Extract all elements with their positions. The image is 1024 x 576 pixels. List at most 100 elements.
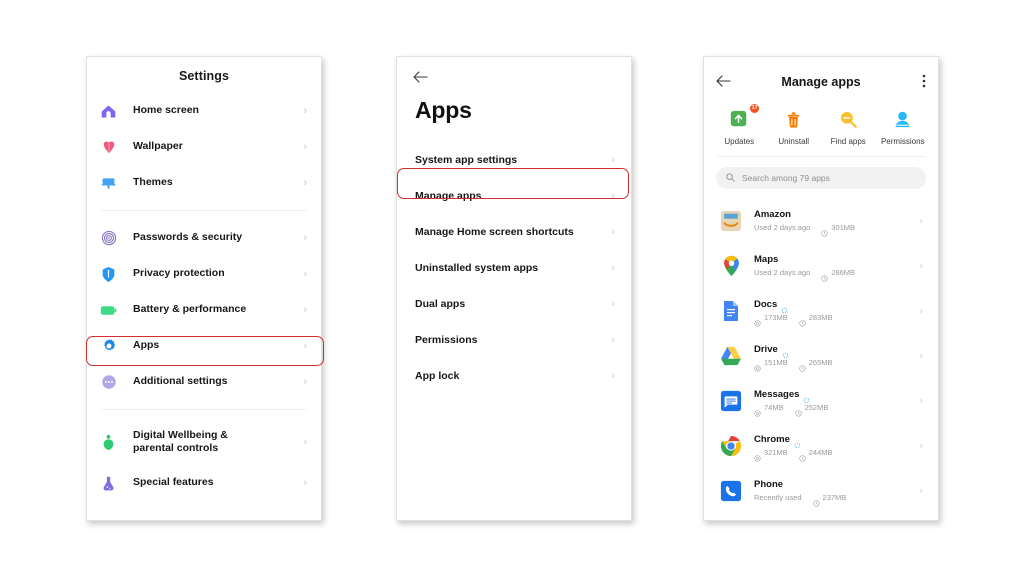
app-meta: Recently used 237MB xyxy=(754,493,924,507)
chevron-right-icon: › xyxy=(303,304,307,316)
quick-action-permissions[interactable]: Permissions xyxy=(877,106,929,146)
chevron-right-icon: › xyxy=(919,305,923,316)
app-meta-item: Used 2 days ago xyxy=(754,223,810,232)
sidebar-item-special-features[interactable]: Special features › xyxy=(87,465,321,501)
search-placeholder: Search among 79 apps xyxy=(742,173,830,183)
sidebar-item-battery-performance[interactable]: Battery & performance › xyxy=(87,292,321,328)
app-name-row: Docs xyxy=(754,299,924,314)
sidebar-item-privacy-protection[interactable]: Privacy protection › xyxy=(87,256,321,292)
wallpaper-flower-icon xyxy=(100,139,117,156)
apps-page-title: Apps xyxy=(415,97,472,123)
chevron-right-icon: › xyxy=(919,485,923,496)
sync-icon xyxy=(794,436,801,449)
app-name: Phone xyxy=(754,479,784,490)
apps-menu-item-dual-apps[interactable]: Dual apps › xyxy=(397,286,631,322)
app-info: Maps Used 2 days ago 286MB xyxy=(754,254,924,282)
app-list-item[interactable]: Amazon Used 2 days ago 301MB › xyxy=(704,198,938,243)
app-list-item[interactable]: Maps Used 2 days ago 286MB › xyxy=(704,243,938,288)
apps-menu-item-label: Manage apps xyxy=(415,190,482,202)
app-name-row: Phone xyxy=(754,479,924,490)
trash-icon xyxy=(768,106,820,132)
sidebar-item-apps[interactable]: Apps › xyxy=(87,328,321,364)
app-name-row: Messages xyxy=(754,389,924,404)
clock-icon xyxy=(794,404,802,417)
app-meta-item: 252MB xyxy=(794,403,828,417)
settings-item-label: Additional settings xyxy=(133,375,228,388)
app-meta-text: 265MB xyxy=(808,358,833,367)
app-list-item[interactable]: Docs 173MB 283MB › xyxy=(704,288,938,333)
apps-menu-list: System app settings › Manage apps › Manage H… xyxy=(397,142,631,394)
battery-icon xyxy=(100,302,117,319)
back-arrow-icon[interactable] xyxy=(397,57,631,85)
apps-menu-item-manage-apps[interactable]: Manage apps › xyxy=(397,178,631,214)
app-info: Phone Recently used 237MB xyxy=(754,479,924,507)
apps-menu-item-permissions[interactable]: Permissions › xyxy=(397,322,631,358)
app-meta-text: 151MB xyxy=(764,358,788,367)
chevron-right-icon: › xyxy=(919,440,923,451)
sidebar-item-additional-settings[interactable]: Additional settings › xyxy=(87,364,321,400)
chevron-right-icon: › xyxy=(919,350,923,361)
sync-icon xyxy=(803,391,810,404)
overflow-menu-icon[interactable] xyxy=(908,74,926,89)
flask-icon xyxy=(100,475,117,492)
quick-action-uninstall[interactable]: Uninstall xyxy=(768,106,820,146)
back-arrow-icon[interactable] xyxy=(716,75,734,89)
chevron-right-icon: › xyxy=(303,177,307,189)
chevron-right-icon: › xyxy=(611,190,615,202)
apps-panel: Apps System app settings › Manage apps › Man… xyxy=(396,56,632,521)
apps-menu-item-label: Permissions xyxy=(415,334,478,346)
app-info: Amazon Used 2 days ago 301MB xyxy=(754,209,924,237)
chevron-right-icon: › xyxy=(303,268,307,280)
storage-icon xyxy=(754,359,761,372)
chevron-right-icon: › xyxy=(611,226,615,238)
settings-item-label: Digital Wellbeing & parental controls xyxy=(133,428,228,454)
apps-menu-item-manage-home-screen-shortcuts[interactable]: Manage Home screen shortcuts › xyxy=(397,214,631,250)
app-meta-item: 265MB xyxy=(799,358,833,372)
sidebar-item-digital-wellbeing-parental-controls[interactable]: Digital Wellbeing & parental controls › xyxy=(87,419,321,465)
app-list-item[interactable]: Drive 151MB 265MB › xyxy=(704,333,938,378)
update-arrow-icon: 17 xyxy=(713,104,765,132)
app-meta-text: Recently used xyxy=(754,493,802,502)
app-list-item[interactable]: Chrome 321MB 244MB › xyxy=(704,423,938,468)
chevron-right-icon: › xyxy=(919,395,923,406)
apps-menu-item-app-lock[interactable]: App lock › xyxy=(397,358,631,394)
settings-item-label: Special features xyxy=(133,476,214,489)
app-meta-text: 321MB xyxy=(764,448,788,457)
app-list-item[interactable]: Phone Recently used 237MB › xyxy=(704,468,938,513)
sidebar-item-themes[interactable]: Themes › xyxy=(87,165,321,201)
app-meta: Used 2 days ago 301MB xyxy=(754,223,924,237)
app-meta: 173MB 283MB xyxy=(754,313,924,327)
search-input[interactable]: Search among 79 apps xyxy=(716,167,926,189)
app-meta: Used 2 days ago 286MB xyxy=(754,268,924,282)
app-meta-text: Used 2 days ago xyxy=(754,223,811,232)
phone-icon xyxy=(720,480,742,502)
settings-item-label: Apps xyxy=(133,339,160,352)
messages-icon xyxy=(720,390,742,412)
storage-icon xyxy=(754,314,761,327)
app-meta-item: 301MB xyxy=(821,223,855,237)
chevron-right-icon: › xyxy=(919,215,923,226)
apps-menu-item-uninstalled-system-apps[interactable]: Uninstalled system apps › xyxy=(397,250,631,286)
app-list-item[interactable]: Messages 74MB 252MB › xyxy=(704,378,938,423)
settings-item-label: Home screen xyxy=(133,104,199,117)
sidebar-item-passwords-security[interactable]: Passwords & security › xyxy=(87,220,321,256)
app-name-row: Maps xyxy=(754,254,924,265)
toolbar-divider xyxy=(717,156,925,157)
app-info: Messages 74MB 252MB xyxy=(754,389,924,417)
fingerprint-icon xyxy=(100,230,117,247)
app-name: Docs xyxy=(754,299,778,310)
app-meta-text: 286MB xyxy=(831,268,856,277)
sidebar-item-wallpaper[interactable]: Wallpaper › xyxy=(87,129,321,165)
sidebar-item-home-screen[interactable]: Home screen › xyxy=(87,93,321,129)
settings-item-label: Privacy protection xyxy=(133,267,225,280)
apps-menu-item-label: Manage Home screen shortcuts xyxy=(415,226,574,238)
quick-action-find-apps[interactable]: Find apps xyxy=(822,106,874,146)
app-meta-text: 173MB xyxy=(764,313,788,322)
quick-action-updates[interactable]: 17 Updates xyxy=(713,104,765,146)
settings-list: Home screen › Wallpaper › Themes › Passwords &… xyxy=(87,93,321,501)
chevron-right-icon: › xyxy=(611,262,615,274)
apps-menu-item-system-app-settings[interactable]: System app settings › xyxy=(397,142,631,178)
app-name-row: Chrome xyxy=(754,434,924,449)
ellipsis-circle-icon xyxy=(100,374,117,391)
amazon-icon xyxy=(720,210,742,232)
